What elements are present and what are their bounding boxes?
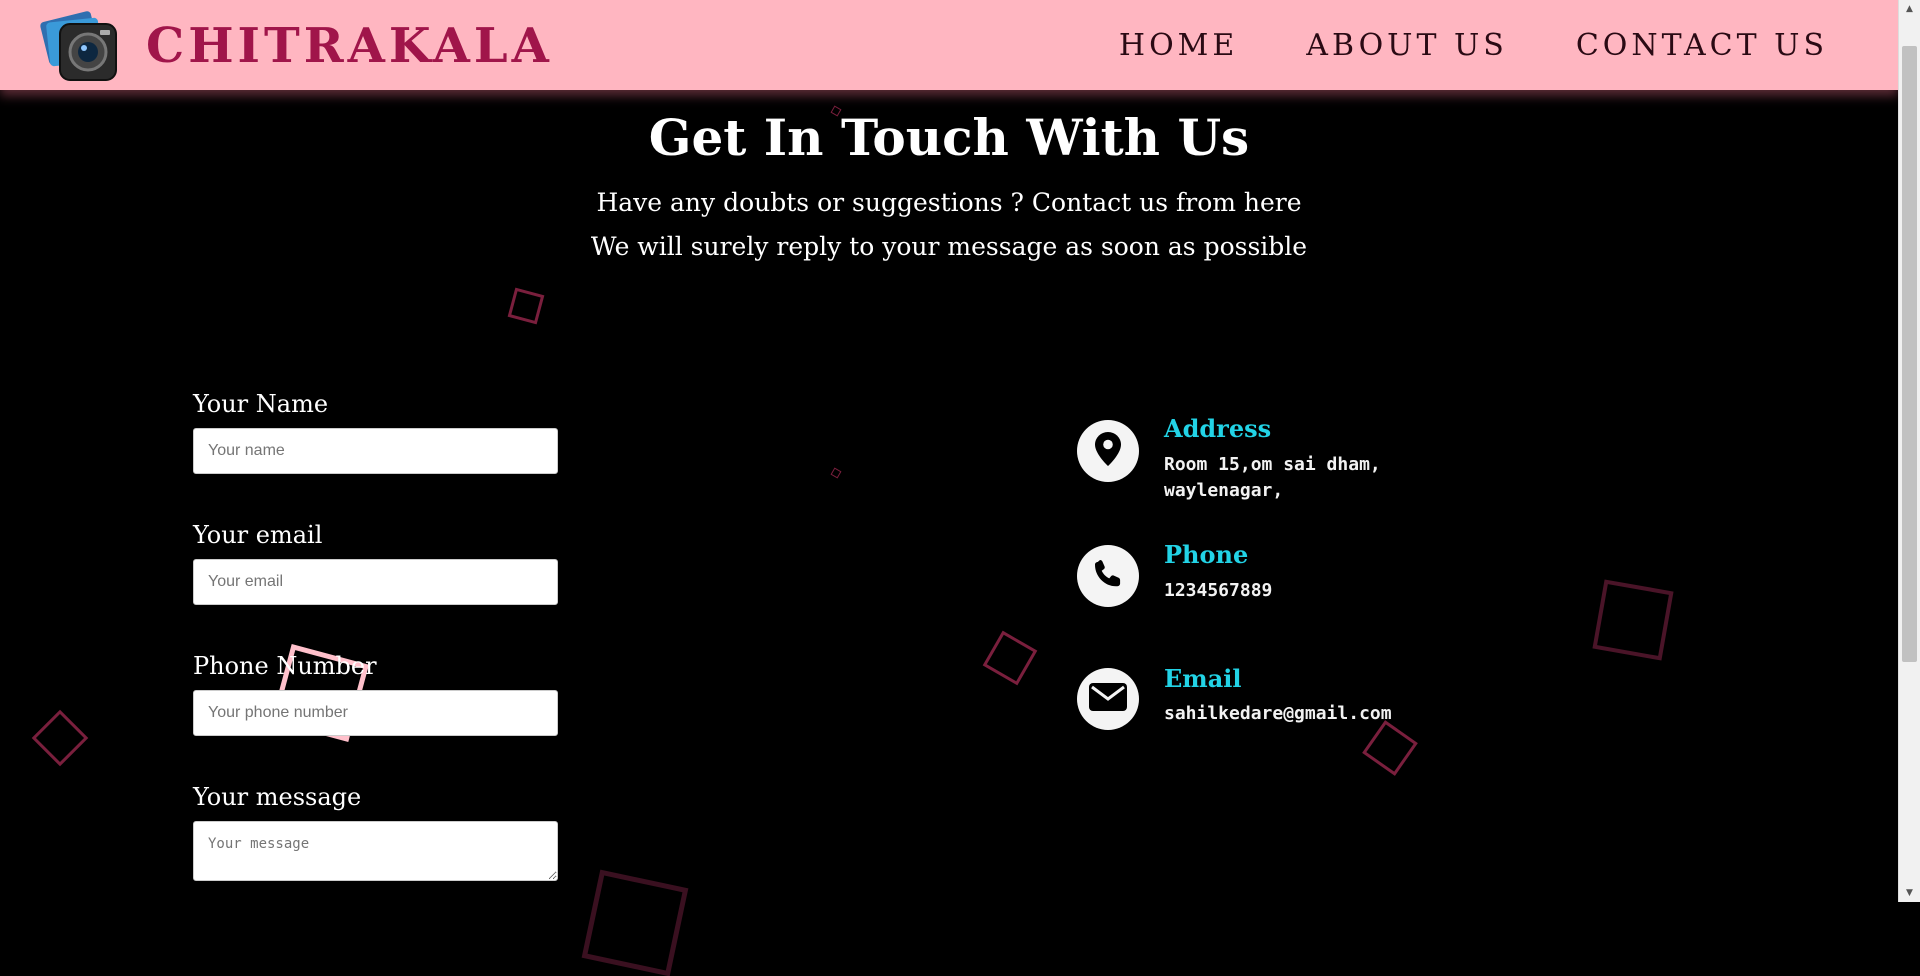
decorative-square — [1592, 579, 1674, 661]
email-input[interactable] — [193, 559, 558, 605]
scroll-up-arrow-icon[interactable]: ▲ — [1899, 0, 1920, 18]
phone-heading: Phone — [1164, 540, 1249, 569]
address-heading: Address — [1164, 414, 1272, 443]
address-line-1: Room 15,om sai dham, — [1164, 454, 1381, 475]
message-label: Your message — [193, 783, 362, 811]
envelope-icon — [1088, 682, 1128, 716]
page-scrollbar[interactable]: ▲ ▼ — [1898, 0, 1920, 902]
message-textarea[interactable] — [193, 821, 558, 881]
scroll-thumb[interactable] — [1902, 46, 1917, 662]
email-heading: Email — [1164, 664, 1242, 693]
main-nav: HOME ABOUT US CONTACT US — [1119, 26, 1828, 66]
decorative-square — [982, 630, 1038, 686]
decorative-square — [507, 287, 545, 325]
address-line-2: waylenagar, — [1164, 480, 1284, 501]
nav-contact-us[interactable]: CONTACT US — [1576, 26, 1828, 66]
phone-icon — [1093, 559, 1123, 593]
decorative-square — [1362, 720, 1418, 776]
site-header: CHITRAKALA HOME ABOUT US CONTACT US — [0, 0, 1898, 90]
email-icon-circle — [1077, 668, 1139, 730]
camera-logo-icon[interactable] — [38, 6, 126, 86]
nav-about-us[interactable]: ABOUT US — [1306, 26, 1508, 66]
phone-number: 1234567889 — [1164, 580, 1273, 601]
subtitle-line-1: Have any doubts or suggestions ? Contact… — [596, 188, 1302, 217]
subtitle-line-2: We will surely reply to your message as … — [590, 232, 1308, 261]
decorative-square — [31, 709, 89, 767]
phone-icon-circle — [1077, 545, 1139, 607]
brand-name[interactable]: CHITRAKALA — [146, 18, 553, 74]
address-icon-circle — [1077, 420, 1139, 482]
name-input[interactable] — [193, 428, 558, 474]
name-label: Your Name — [193, 390, 329, 418]
email-address[interactable]: sahilkedare@gmail.com — [1164, 701, 1392, 727]
nav-home[interactable]: HOME — [1119, 26, 1238, 66]
phone-input[interactable] — [193, 690, 558, 736]
map-pin-icon — [1095, 432, 1121, 470]
scroll-down-arrow-icon[interactable]: ▼ — [1899, 884, 1920, 902]
page-title: Get In Touch With Us — [648, 108, 1250, 167]
email-label: Your email — [193, 521, 323, 549]
decorative-square — [830, 467, 842, 479]
phone-label: Phone Number — [193, 652, 377, 680]
decorative-square — [581, 869, 689, 976]
